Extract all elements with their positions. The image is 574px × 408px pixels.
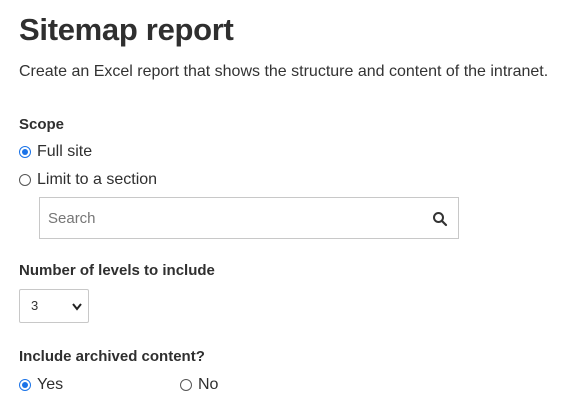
section-search-box: [39, 197, 459, 239]
page-description: Create an Excel report that shows the st…: [19, 63, 549, 80]
section-search-input[interactable]: [40, 198, 420, 238]
archived-yes-label: Yes: [37, 376, 64, 393]
radio-unchecked-icon: [19, 174, 31, 186]
radio-unchecked-icon: [180, 379, 192, 391]
chevron-down-icon: [72, 303, 82, 311]
scope-full-site-radio[interactable]: Full site: [19, 142, 92, 162]
scope-limit-section-label: Limit to a section: [37, 171, 158, 188]
radio-checked-icon: [19, 146, 31, 158]
radio-checked-icon: [19, 379, 31, 391]
levels-select[interactable]: 3: [19, 289, 89, 323]
archived-label: Include archived content?: [19, 348, 205, 365]
page-title: Sitemap report: [19, 12, 234, 47]
scope-full-site-label: Full site: [37, 143, 93, 160]
archived-no-radio[interactable]: No: [180, 375, 218, 395]
levels-selected-value: 3: [31, 298, 39, 313]
archived-no-label: No: [198, 376, 219, 393]
search-icon[interactable]: [432, 211, 448, 227]
levels-label: Number of levels to include: [19, 262, 215, 279]
sitemap-report-page: Sitemap report Create an Excel report th…: [0, 0, 574, 408]
archived-yes-radio[interactable]: Yes: [19, 375, 63, 395]
scope-limit-section-radio[interactable]: Limit to a section: [19, 170, 157, 190]
scope-label: Scope: [19, 116, 65, 133]
